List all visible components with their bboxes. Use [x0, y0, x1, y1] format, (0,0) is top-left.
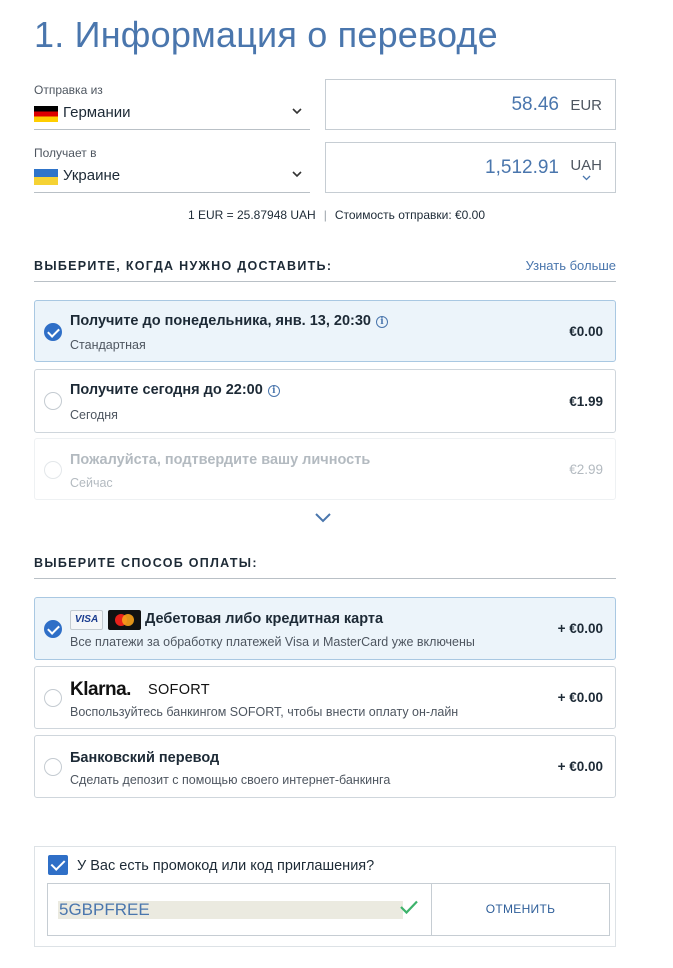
payment-option-card[interactable]: VISA Дебетовая либо кредитная карта Все …: [34, 597, 616, 660]
send-country-name: Германии: [63, 104, 131, 121]
payment-option-subtitle: Все платежи за обработку платежей Visa и…: [70, 635, 475, 649]
receive-country-select[interactable]: Получает в Украине: [34, 143, 310, 193]
delivery-option-price: €2.99: [569, 462, 603, 477]
chevron-down-icon: [292, 166, 302, 181]
receive-amount-input[interactable]: 1,512.91: [485, 157, 559, 179]
info-icon[interactable]: i: [375, 316, 388, 328]
radio-icon[interactable]: [44, 758, 62, 776]
mastercard-logo-icon: [108, 610, 141, 630]
promo-label: У Вас есть промокод или код приглашения?: [77, 858, 375, 874]
receive-country-label: Получает в: [34, 146, 97, 160]
chevron-down-icon: [292, 103, 302, 118]
page-title: 1. Информация о переводе: [34, 14, 498, 55]
radio-icon: [44, 461, 62, 479]
delivery-option-title: Получите до понедельника, янв. 13, 20:30: [70, 313, 371, 329]
radio-checked-icon[interactable]: [44, 323, 62, 341]
delivery-option-instant: Пожалуйста, подтвердите вашу личность Се…: [34, 438, 616, 500]
transfer-fee: Стоимость отправки: €0.00: [334, 208, 486, 222]
radio-icon[interactable]: [44, 392, 62, 410]
send-currency: EUR: [570, 97, 602, 114]
delivery-option-subtitle: Сегодня: [70, 408, 118, 422]
send-amount-box[interactable]: 58.46 EUR: [325, 79, 616, 130]
payment-option-title: Дебетовая либо кредитная карта: [145, 611, 384, 627]
klarna-logo-icon: Klarna.: [70, 679, 131, 700]
payment-option-sofort[interactable]: Klarna. SOFORT Воспользуйтесь банкингом …: [34, 666, 616, 729]
receive-amount-box[interactable]: 1,512.91 UAH: [325, 142, 616, 193]
visa-logo-icon: VISA: [70, 610, 103, 630]
payment-option-price: + €0.00: [557, 690, 603, 705]
delivery-option-title: Пожалуйста, подтвердите вашу личность: [70, 452, 371, 468]
info-icon[interactable]: i: [267, 385, 280, 397]
delivery-option-title: Получите сегодня до 22:00: [70, 382, 263, 398]
delivery-option-subtitle: Сейчас: [70, 476, 113, 490]
delivery-option-price: €0.00: [569, 324, 603, 339]
exchange-rate: 1 EUR = 25.87948 UAH: [187, 208, 316, 222]
promo-code-panel: У Вас есть промокод или код приглашения?…: [34, 846, 616, 947]
send-country-select[interactable]: Отправка из Германии: [34, 80, 310, 130]
promo-checkbox[interactable]: [48, 855, 68, 875]
payment-option-bank-transfer[interactable]: Банковский перевод Сделать депозит с пом…: [34, 735, 616, 798]
promo-input-row: ОТМЕНИТЬ: [47, 883, 610, 936]
radio-checked-icon[interactable]: [44, 620, 62, 638]
send-country-label: Отправка из: [34, 83, 103, 97]
germany-flag-icon: [34, 106, 58, 122]
promo-cancel-button[interactable]: ОТМЕНИТЬ: [431, 884, 609, 935]
receive-country-name: Украине: [63, 167, 121, 184]
radio-icon[interactable]: [44, 689, 62, 707]
send-amount-input[interactable]: 58.46: [511, 94, 559, 116]
payment-heading: ВЫБЕРИТЕ СПОСОБ ОПЛАТЫ:: [34, 556, 616, 579]
learn-more-link[interactable]: Узнать больше: [526, 258, 616, 273]
separator: |: [323, 208, 327, 222]
payment-option-price: + €0.00: [557, 759, 603, 774]
payment-option-price: + €0.00: [557, 621, 603, 636]
show-more-chevron-down-icon[interactable]: [314, 510, 332, 528]
payment-option-subtitle: Сделать депозит с помощью своего интерне…: [70, 773, 391, 787]
payment-option-subtitle: Воспользуйтесь банкингом SOFORT, чтобы в…: [70, 705, 459, 719]
promo-code-input[interactable]: [58, 901, 403, 919]
check-icon: [399, 899, 419, 920]
payment-option-title: Банковский перевод: [70, 750, 220, 766]
payment-option-title: SOFORT: [148, 682, 210, 698]
chevron-down-icon[interactable]: [582, 172, 591, 184]
delivery-option-price: €1.99: [569, 394, 603, 409]
delivery-option-standard[interactable]: Получите до понедельника, янв. 13, 20:30…: [34, 300, 616, 362]
ukraine-flag-icon: [34, 169, 58, 185]
delivery-option-subtitle: Стандартная: [70, 338, 146, 352]
exchange-rate-line: 1 EUR = 25.87948 UAH | Стоимость отправки:…: [0, 208, 673, 222]
delivery-option-today[interactable]: Получите сегодня до 22:00 i Сегодня €1.99: [34, 369, 616, 433]
